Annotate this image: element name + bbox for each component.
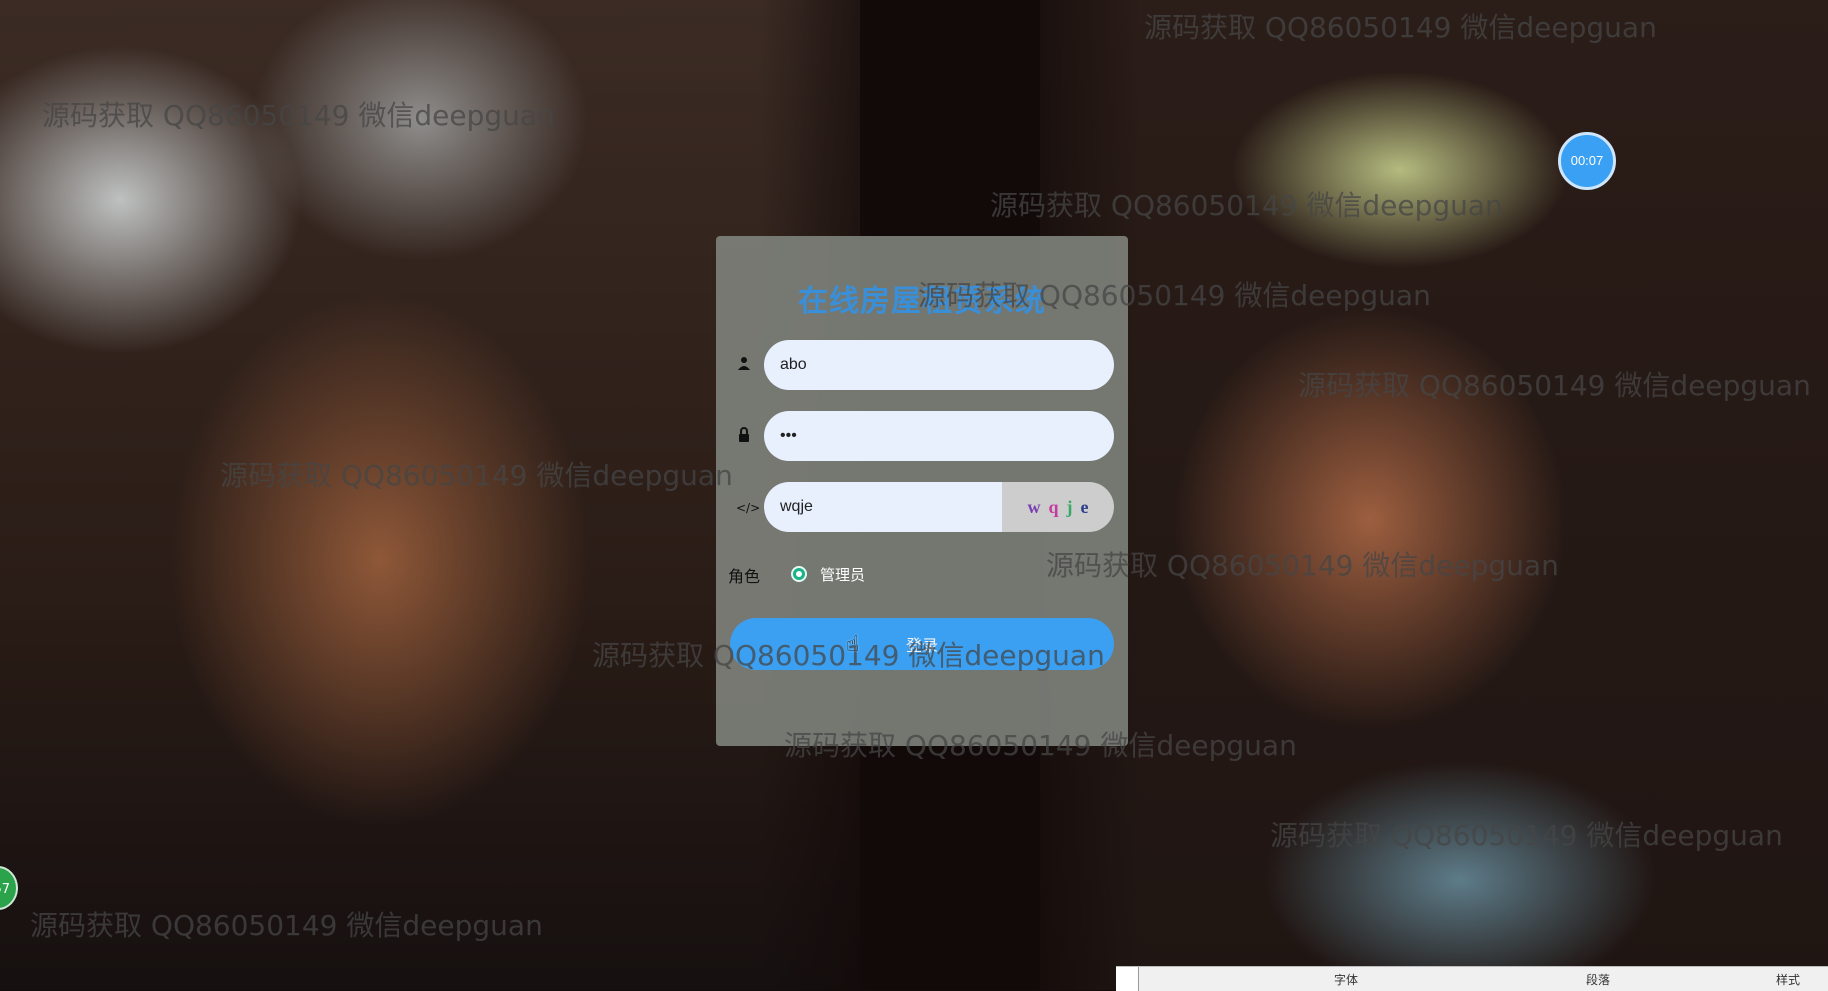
login-button[interactable]: 登录 — [730, 618, 1114, 670]
user-icon — [736, 356, 752, 376]
hand-cursor-icon: ☝ — [846, 632, 860, 657]
captcha-row: </> w q j e — [716, 482, 1128, 534]
captcha-input[interactable] — [764, 482, 1002, 532]
toolbar-edge — [1116, 967, 1139, 991]
bottom-toolbar: 字体 段落 样式 — [1116, 966, 1828, 991]
role-radio[interactable] — [791, 566, 807, 582]
username-input[interactable] — [764, 340, 1114, 390]
login-panel: 在线房屋租赁系统 </> w q j e 角色 管理员 登录 — [716, 236, 1128, 746]
captcha-image[interactable]: w q j e — [1002, 482, 1114, 532]
toolbar-label-paragraph[interactable]: 段落 — [1586, 971, 1610, 988]
recording-timer[interactable]: 00:07 — [1558, 132, 1616, 190]
lock-icon — [736, 427, 752, 447]
password-row — [716, 411, 1128, 463]
login-title: 在线房屋租赁系统 — [798, 284, 1046, 319]
background-image-right — [1040, 0, 1828, 990]
captcha-char: j — [1066, 496, 1073, 517]
toolbar-label-font[interactable]: 字体 — [1334, 971, 1358, 988]
password-input[interactable] — [764, 411, 1114, 461]
captcha-char: w — [1027, 496, 1041, 517]
code-icon: </> — [736, 501, 761, 515]
toolbar-label-style[interactable]: 样式 — [1776, 971, 1800, 988]
username-row — [716, 340, 1128, 392]
role-label: 角色 — [728, 567, 761, 586]
role-option-label[interactable]: 管理员 — [820, 564, 865, 585]
captcha-char: e — [1080, 496, 1089, 517]
captcha-char: q — [1048, 496, 1059, 517]
